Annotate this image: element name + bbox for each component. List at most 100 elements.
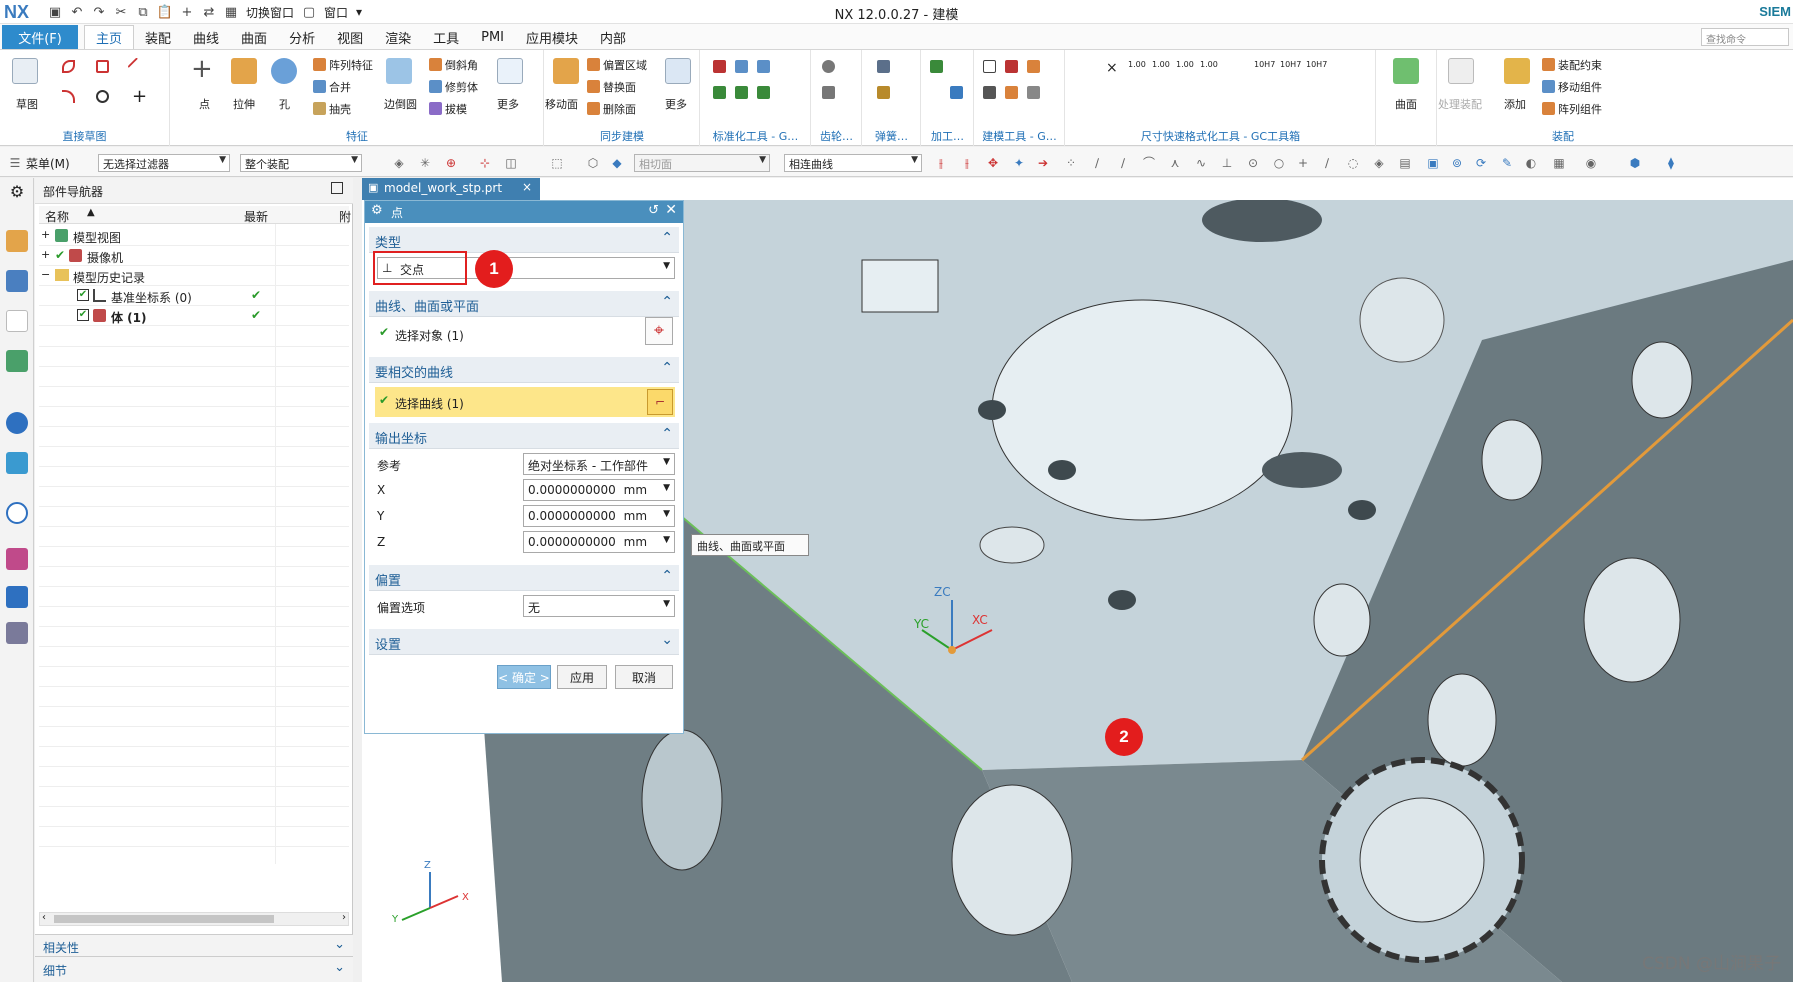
modeling-tool-6-icon[interactable] [1027,86,1040,99]
move-face-icon[interactable] [553,58,579,84]
roles-icon[interactable] [6,622,28,644]
gc-tool-5-icon[interactable] [735,86,748,99]
dim-format-3[interactable]: 1.00 [1176,60,1194,69]
scrollbar-thumb[interactable] [54,915,274,923]
select-curve-row[interactable]: ✔ 选择曲线 (1) ⌐ [375,387,675,417]
assembly-constraint-button[interactable]: 装配约束 [1558,57,1602,73]
dim-format-4[interactable]: 1.00 [1200,60,1218,69]
pattern-feature-button[interactable]: 阵列特征 [329,57,373,73]
shell-button[interactable]: 抽壳 [329,101,351,117]
process-assembly-icon[interactable] [1448,58,1474,84]
gc-tool-6-icon[interactable] [757,86,770,99]
circle-icon[interactable] [96,90,109,103]
add-component-button[interactable]: 添加 [1504,96,1526,112]
more-sync-icon[interactable] [665,58,691,84]
offset-region-button[interactable]: 偏置区域 [603,57,647,73]
edge-blend-button[interactable]: 边倒圆 [384,96,417,112]
gear-icon[interactable] [822,60,835,73]
pattern-component-button[interactable]: 阵列组件 [1558,101,1602,117]
gear-tool-icon[interactable] [822,86,835,99]
column-name[interactable]: 名称 [45,208,69,225]
arrow-right-icon[interactable]: ➔ [1036,156,1050,170]
delete-face-button[interactable]: 删除面 [603,101,636,117]
line-icon[interactable] [127,57,146,76]
draft-button[interactable]: 拔模 [445,101,467,117]
sketch-icon[interactable] [12,58,38,84]
show-hide-icon[interactable]: ⧫ [1664,156,1678,170]
curve-snap-3-icon[interactable]: ✥ [986,156,1000,170]
document-tab[interactable]: ▣ model_work_stp.prt × [362,178,540,200]
multiply-icon[interactable]: × [1106,60,1118,76]
body-icon[interactable]: ⬡ [586,156,600,170]
chamfer-button[interactable]: 倒斜角 [445,57,478,73]
point-sketch-icon[interactable]: + [132,86,147,107]
gear-icon[interactable]: ⚙ [371,203,383,218]
pan-icon[interactable]: ✎ [1500,156,1514,170]
y-coordinate-input[interactable]: 0.0000000000 mm ▼ [523,505,675,527]
tab-curve[interactable]: 曲线 [182,25,230,49]
cancel-button[interactable]: 取消 [615,665,673,689]
modeling-tool-4-icon[interactable] [983,86,996,99]
move-component-icon[interactable] [1542,80,1555,93]
selection-filter-select[interactable]: 无选择过滤器 ▼ [98,154,230,172]
snap-line-icon[interactable]: ∕ [1320,156,1334,170]
snap-point-icon[interactable]: ⁘ [1064,156,1078,170]
orient-view-icon[interactable]: ▦ [1552,156,1566,170]
rectangle-icon[interactable] [96,60,109,73]
snap-bound-icon[interactable]: ◈ [1372,156,1386,170]
more-features-button[interactable]: 更多 [497,96,519,112]
collapse-icon[interactable]: − [41,268,50,281]
visibility-checkbox[interactable]: ✔ [77,289,89,301]
curve-rule-select[interactable]: 相连曲线 ▼ [784,154,922,172]
snap-intersect-icon[interactable]: ⋏ [1168,156,1182,170]
snap-arc-icon[interactable]: ∿ [1194,156,1208,170]
surface-icon[interactable] [1393,58,1419,84]
system-materials-icon[interactable] [6,548,28,570]
gear-icon[interactable]: ⚙ [6,182,28,204]
z-coordinate-input[interactable]: 0.0000000000 mm ▼ [523,531,675,553]
snap-grid-icon[interactable]: ▤ [1398,156,1412,170]
fit-view-icon[interactable]: ▣ [1426,156,1440,170]
modeling-tool-2-icon[interactable] [1005,60,1018,73]
close-icon[interactable]: ✕ [665,202,677,218]
snap-4-icon[interactable]: ◫ [504,156,518,170]
add-component-icon[interactable] [1504,58,1530,84]
tree-row-datum-csys[interactable]: ✔ 基准坐标系 (0) ✔ [39,286,349,306]
chevron-down-icon[interactable]: ▼ [663,535,670,545]
dim-format-6[interactable]: 10H7 [1280,60,1301,69]
tree-row-model-views[interactable]: + 模型视图 [39,226,349,246]
horizontal-scrollbar[interactable]: ‹ › [39,912,349,926]
curve-snap-icon[interactable]: ⫲ [934,156,948,170]
point-button[interactable]: 点 [199,96,210,112]
tab-surface[interactable]: 曲面 [230,25,278,49]
move-face-button[interactable]: 移动面 [545,96,578,112]
pattern-component-icon[interactable] [1542,102,1555,115]
render-style-icon[interactable]: ◐ [1524,156,1538,170]
assembly-scope-select[interactable]: 整个装配 ▼ [240,154,362,172]
command-search-input[interactable]: 查找命令 [1701,28,1789,46]
section-offset-header[interactable]: 偏置 ⌃ [369,565,679,591]
offset-option-select[interactable]: 无 ▼ [523,595,675,617]
chevron-down-icon[interactable]: ▼ [663,509,670,519]
part-navigator-icon[interactable] [6,310,28,332]
rotate-icon[interactable]: ⟳ [1474,156,1488,170]
more-sync-button[interactable]: 更多 [665,96,687,112]
apply-button[interactable]: 应用 [557,665,607,689]
hole-icon[interactable] [271,58,297,84]
assembly-constraint-icon[interactable] [1542,58,1555,71]
shell-icon[interactable] [313,102,326,115]
offset-region-icon[interactable] [587,58,600,71]
column-extra[interactable]: 附 [339,208,351,225]
scroll-right-icon[interactable]: › [342,912,346,923]
gc-tool-1-icon[interactable] [713,60,726,73]
select-box-icon[interactable]: ⬚ [550,156,564,170]
snap-quad-icon[interactable]: ⊥ [1220,156,1234,170]
snap-existing-icon[interactable]: + [1296,156,1310,170]
tree-row-cameras[interactable]: + ✔ 摄像机 [39,246,349,266]
file-tab[interactable]: 文件(F) [2,25,78,49]
arc-icon[interactable] [62,90,75,103]
tab-pmi[interactable]: PMI [470,25,515,49]
spring-icon[interactable] [877,60,890,73]
surface-button[interactable]: 曲面 [1395,96,1417,112]
target-icon[interactable]: ⊕ [444,156,458,170]
